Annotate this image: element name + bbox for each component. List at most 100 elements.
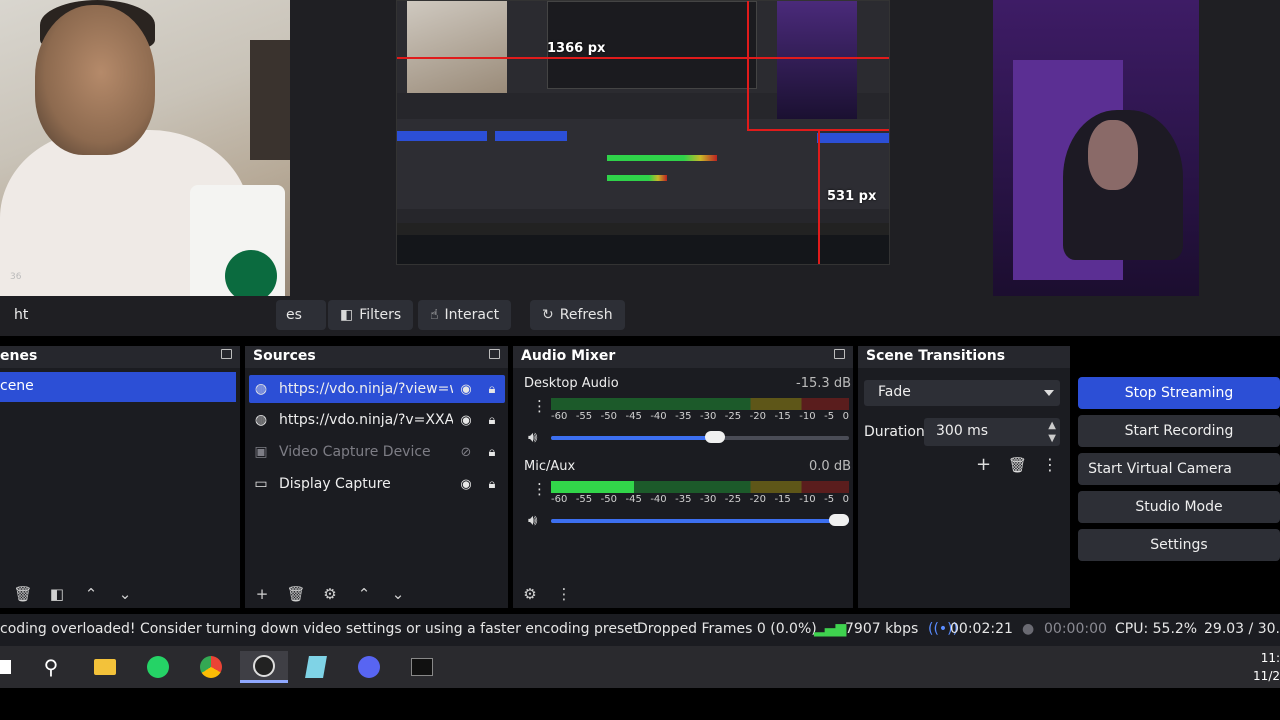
meter-tick-label: -15 — [774, 411, 791, 422]
spin-down-icon[interactable]: ▼ — [1048, 433, 1056, 444]
file-explorer-icon[interactable] — [87, 651, 123, 683]
obs-icon[interactable] — [240, 651, 288, 683]
discord-icon[interactable] — [351, 651, 387, 683]
meter-ticks: -60 -55 -50 -45 -40 -35 -30 -25 -20 -15 -10 -5 0 — [551, 494, 849, 505]
move-down-icon[interactable]: ⌄ — [108, 585, 142, 603]
eye-icon[interactable]: ◉ — [453, 477, 479, 492]
meter-ticks: -60 -55 -50 -45 -40 -35 -30 -25 -20 -15 -10 -5 0 — [551, 411, 849, 422]
source-item[interactable]: ▣ Video Capture Device ⊘ 🔒︎ — [249, 438, 505, 466]
taskbar-clock[interactable]: 11: 11/2 — [1253, 649, 1280, 685]
spin-up-icon[interactable]: ▲ — [1048, 420, 1056, 431]
lock-icon[interactable]: 🔒︎ — [479, 413, 505, 428]
whatsapp-icon[interactable] — [140, 651, 176, 683]
hand-pointer-icon: ☝ — [430, 307, 439, 323]
preview-overlay-text: 36 — [10, 272, 22, 282]
remove-source-icon[interactable]: 🗑 — [279, 585, 313, 603]
move-up-icon[interactable]: ⌃ — [347, 585, 381, 603]
advanced-audio-icon[interactable]: ⚙ — [513, 585, 547, 603]
bitrate: 7907 kbps — [845, 621, 919, 637]
filters-button[interactable]: ◧ Filters — [328, 300, 414, 330]
meter-tick-label: -10 — [799, 494, 816, 505]
transition-select[interactable]: Fade — [864, 380, 1060, 406]
transition-menu-icon[interactable]: ⋮ — [1042, 455, 1058, 474]
lock-icon[interactable]: 🔒︎ — [479, 382, 505, 397]
scene-filters-icon[interactable]: ◧ — [40, 585, 74, 603]
status-bar: coding overloaded! Consider turning down… — [0, 614, 1280, 646]
properties-button[interactable]: es — [276, 300, 326, 330]
lock-icon[interactable]: 🔒︎ — [479, 477, 505, 492]
kebab-menu-icon[interactable]: ⋮ — [532, 397, 547, 415]
start-virtual-camera-button[interactable]: Start Virtual Camera — [1078, 453, 1280, 485]
source-settings-icon[interactable]: ⚙ — [313, 585, 347, 603]
meter-tick-label: -50 — [600, 494, 617, 505]
scene-transitions-dock: Scene Transitions Fade Duration 300 ms ▲… — [858, 346, 1070, 608]
globe-icon: ◍ — [254, 381, 268, 397]
refresh-icon: ↻ — [542, 307, 554, 323]
source-item[interactable]: ▭ Display Capture ◉ 🔒︎ — [249, 470, 505, 498]
signal-bars-icon: ▂▄▆ — [814, 621, 847, 637]
eye-icon[interactable]: ◉ — [453, 382, 479, 397]
eye-hidden-icon[interactable]: ⊘ — [453, 445, 479, 460]
volume-handle[interactable] — [704, 431, 725, 443]
notepad-icon[interactable] — [298, 651, 334, 683]
globe-icon: ◍ — [254, 412, 268, 428]
letterbox-bar — [0, 688, 1280, 720]
meter-tick-label: -25 — [724, 411, 742, 422]
start-recording-button[interactable]: Start Recording — [1078, 415, 1280, 447]
terminal-icon[interactable] — [404, 651, 440, 683]
mixer-menu-icon[interactable]: ⋮ — [547, 585, 581, 603]
stop-streaming-button[interactable]: Stop Streaming — [1078, 377, 1280, 409]
meter-tick-label: -5 — [824, 494, 835, 505]
meter-tick-label: -5 — [824, 411, 835, 422]
refresh-button[interactable]: ↻ Refresh — [530, 300, 625, 330]
meter-tick-label: -60 — [551, 494, 568, 505]
url-fragment: ht — [14, 307, 29, 323]
meter-tick-label: -45 — [625, 411, 642, 422]
channel-db: -15.3 dB — [796, 376, 851, 391]
transitions-title: Scene Transitions — [866, 348, 1006, 364]
settings-button[interactable]: Settings — [1078, 529, 1280, 561]
settings-label: Settings — [1150, 537, 1208, 553]
speaker-icon[interactable]: 🔊︎ — [528, 428, 537, 446]
lock-icon[interactable]: 🔒︎ — [479, 445, 505, 460]
speaker-icon[interactable]: 🔊︎ — [528, 511, 537, 529]
meter-tick-label: -35 — [675, 411, 692, 422]
meter-tick-label: -20 — [749, 411, 766, 422]
record-time: 00:00:00 — [1044, 621, 1107, 637]
undock-icon[interactable] — [489, 349, 500, 359]
move-up-icon[interactable]: ⌃ — [74, 585, 108, 603]
program-preview[interactable]: 36 1366 px 531 px — [0, 0, 1280, 296]
add-transition-icon[interactable]: + — [976, 454, 991, 475]
filters-label: Filters — [359, 307, 402, 323]
volume-meter — [551, 398, 849, 410]
volume-slider[interactable] — [551, 514, 849, 526]
search-icon[interactable]: ⚲ — [33, 651, 69, 683]
source-item[interactable]: ◍ https://vdo.ninja/?v=XXAD ◉ 🔒︎ — [249, 406, 505, 434]
meter-tick-label: -55 — [575, 411, 593, 422]
fps-readout: 29.03 / 30.00 — [1204, 621, 1280, 637]
eye-icon[interactable]: ◉ — [453, 413, 479, 428]
undock-icon[interactable] — [834, 349, 845, 359]
studio-mode-button[interactable]: Studio Mode — [1078, 491, 1280, 523]
move-down-icon[interactable]: ⌄ — [381, 585, 415, 603]
add-source-icon[interactable]: + — [245, 585, 279, 603]
start-icon[interactable] — [0, 651, 22, 683]
studio-mode-label: Studio Mode — [1135, 499, 1223, 515]
undock-icon[interactable] — [221, 349, 232, 359]
clock-time: 11: — [1260, 651, 1280, 665]
interact-button[interactable]: ☝ Interact — [418, 300, 512, 330]
windows-taskbar: ⚲ 11: 11/2 — [0, 646, 1280, 688]
remove-scene-icon[interactable]: 🗑 — [6, 585, 40, 603]
remove-transition-icon[interactable]: 🗑 — [1008, 456, 1027, 474]
record-dot-icon: ● — [1022, 621, 1035, 637]
chrome-icon[interactable] — [193, 651, 229, 683]
kebab-menu-icon[interactable]: ⋮ — [532, 480, 547, 498]
audio-channel-desktop: Desktop Audio -15.3 dB ⋮ -60 -55 -50 -45 -40… — [521, 376, 851, 456]
scene-list-item[interactable]: cene — [0, 372, 236, 402]
source-item[interactable]: ◍ https://vdo.ninja/?view=w ◉ 🔒︎ — [249, 375, 505, 403]
volume-meter — [551, 481, 849, 493]
duration-spinbox[interactable]: 300 ms ▲ ▼ — [924, 418, 1060, 446]
volume-slider[interactable] — [551, 431, 849, 443]
volume-handle[interactable] — [829, 514, 849, 526]
dropped-frames: Dropped Frames 0 (0.0%) — [637, 621, 817, 637]
